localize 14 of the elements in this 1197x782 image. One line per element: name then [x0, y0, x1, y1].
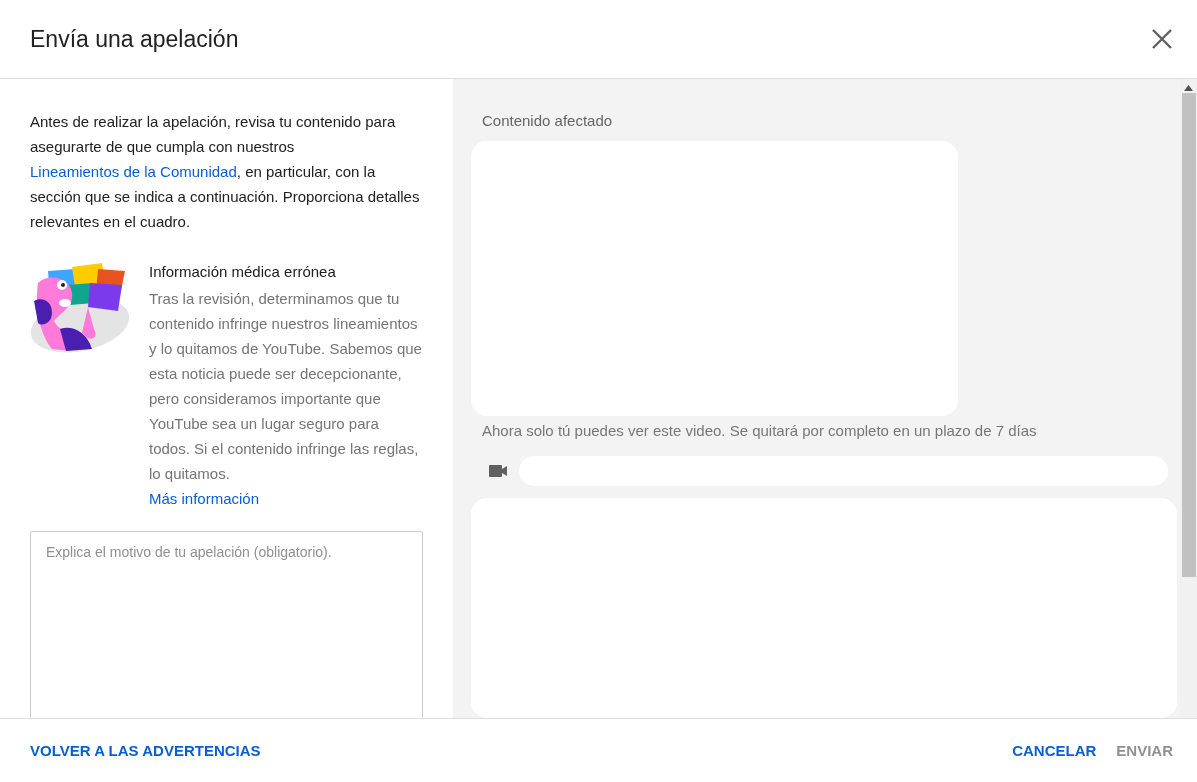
back-to-warnings-button[interactable]: VOLVER A LAS ADVERTENCIAS [20, 734, 271, 767]
violation-title: Información médica errónea [149, 262, 336, 282]
scroll-up-icon[interactable] [1184, 85, 1193, 91]
video-camera-icon [489, 465, 507, 477]
appeal-input-field[interactable]: Explica el motivo de tu apelación (obligatorio). [30, 531, 423, 718]
section-label: Contenido afectado [482, 112, 614, 129]
learn-more-link[interactable]: Más información [149, 486, 260, 511]
cancel-button[interactable]: CANCELAR [1002, 734, 1107, 767]
guidelines-link[interactable]: Lineamientos de la Comunidad [30, 163, 237, 180]
removal-notice: Ahora solo tú puedes ver este video. Se quitará por completo en un plazo de 7 días [482, 422, 1038, 439]
close-icon [1151, 28, 1173, 50]
violation-description: Tras la revisión, determinamos que tu contenido infringe nuestros lineamientos y lo quitamos de YouTube. Sabemos que esta noticia puede ser decepcionante, pero consideramos importante que YouTube sea un lugar seguro para todos. Si el contenido infringe las reglas, lo quitamos. [149, 289, 423, 484]
dialog-title: Envía una apelación [30, 25, 239, 53]
intro-paragraph: Antes de realizar la apelación, revisa tu contenido para asegurarte de que cumpla con nuestros Lineamientos de la Comunidad, en particular, con la sección que se indica a continuación. Proporciona detalles relevantes en el cuadro. [30, 112, 421, 232]
